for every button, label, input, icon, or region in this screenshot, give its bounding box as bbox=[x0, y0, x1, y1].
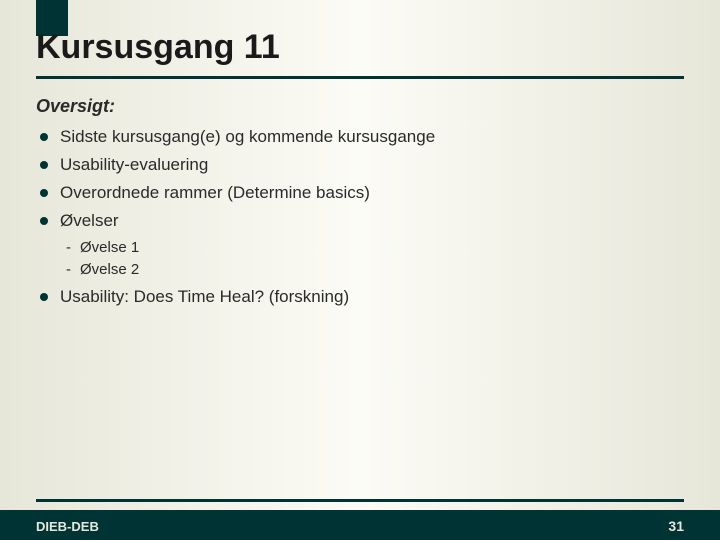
list-item: Sidste kursusgang(e) og kommende kursusg… bbox=[36, 123, 684, 151]
sub-list-item: Øvelse 1 bbox=[36, 237, 684, 259]
page-number: 31 bbox=[668, 518, 684, 534]
sub-list: Øvelse 1 Øvelse 2 bbox=[36, 237, 684, 281]
overview-heading: Oversigt: bbox=[36, 96, 684, 117]
footer-bar bbox=[0, 510, 720, 540]
title-divider bbox=[36, 76, 684, 79]
footer-left-text: DIEB-DEB bbox=[36, 519, 99, 534]
footer-divider bbox=[36, 499, 684, 502]
slide: Kursusgang 11 Oversigt: Sidste kursusgan… bbox=[0, 0, 720, 540]
bullet-list-cont: Usability: Does Time Heal? (forskning) bbox=[36, 283, 684, 311]
list-item: Øvelser bbox=[36, 207, 684, 235]
bullet-list: Sidste kursusgang(e) og kommende kursusg… bbox=[36, 123, 684, 235]
list-item: Usability-evaluering bbox=[36, 151, 684, 179]
list-item: Overordnede rammer (Determine basics) bbox=[36, 179, 684, 207]
list-item: Usability: Does Time Heal? (forskning) bbox=[36, 283, 684, 311]
content-area: Oversigt: Sidste kursusgang(e) og kommen… bbox=[36, 96, 684, 311]
slide-title: Kursusgang 11 bbox=[36, 28, 280, 67]
sub-list-item: Øvelse 2 bbox=[36, 259, 684, 281]
